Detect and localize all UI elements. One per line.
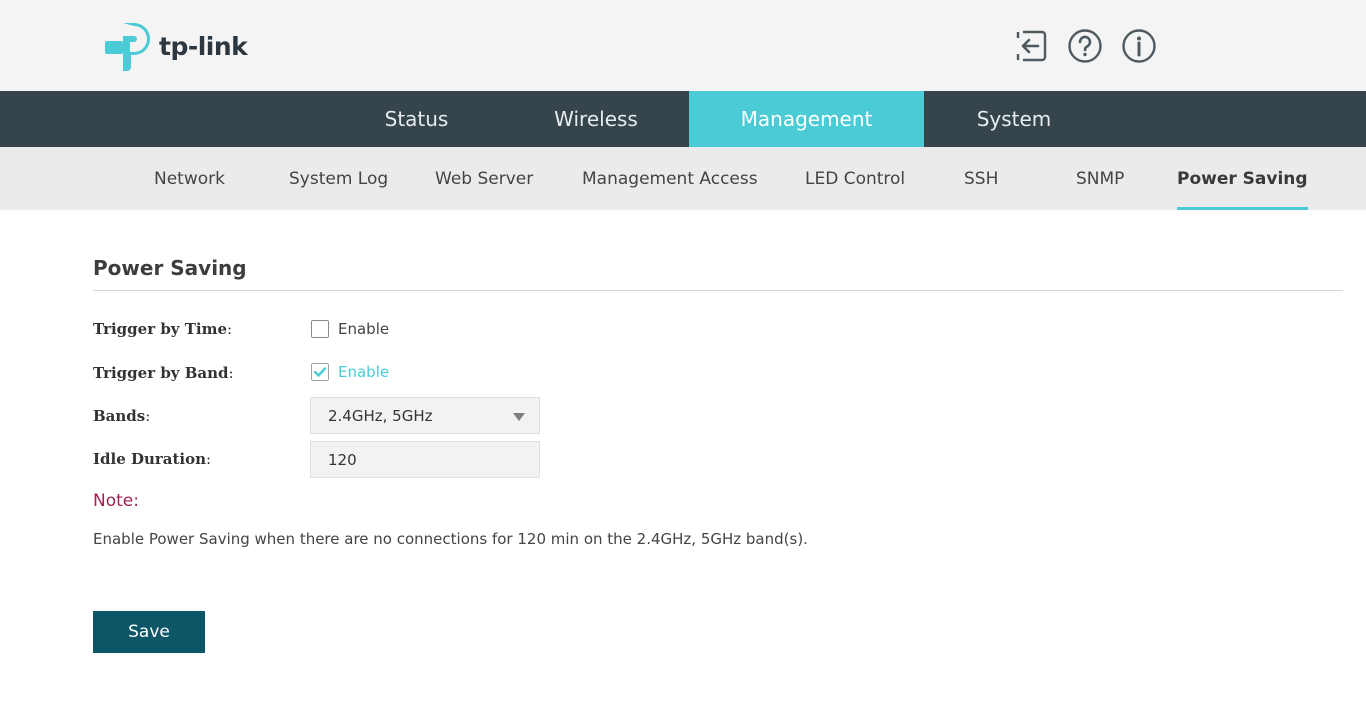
subtab-network[interactable]: Network xyxy=(154,147,225,210)
logo-text: tp-link xyxy=(159,31,248,61)
note-text: Enable Power Saving when there are no co… xyxy=(93,530,808,548)
trigger-by-time-colon: : xyxy=(227,320,233,338)
idle-duration-input[interactable] xyxy=(310,441,540,478)
checkmark-icon xyxy=(314,367,326,377)
trigger-by-band-checkbox[interactable]: Enable xyxy=(311,363,389,381)
subtab-system-log[interactable]: System Log xyxy=(289,147,388,210)
tab-system[interactable]: System xyxy=(944,91,1084,147)
idle-duration-label: Idle Duration: xyxy=(93,450,211,468)
logout-icon[interactable] xyxy=(1013,28,1049,64)
tab-status[interactable]: Status xyxy=(346,91,487,147)
bands-select-value: 2.4GHz, 5GHz xyxy=(328,407,433,425)
trigger-by-band-checkbox-box[interactable] xyxy=(311,363,329,381)
save-button[interactable]: Save xyxy=(93,611,205,653)
header-actions xyxy=(1013,28,1157,64)
dropdown-arrow-icon xyxy=(513,413,525,421)
trigger-by-band-label-text: Trigger by Band xyxy=(93,364,229,382)
bands-label-text: Bands xyxy=(93,407,146,425)
trigger-by-band-colon: : xyxy=(228,364,234,382)
help-icon[interactable] xyxy=(1067,28,1103,64)
idle-duration-colon: : xyxy=(206,450,212,468)
trigger-by-time-checkbox[interactable]: Enable xyxy=(311,320,389,338)
subtab-ssh[interactable]: SSH xyxy=(964,147,998,210)
trigger-by-band-option: Enable xyxy=(338,363,390,381)
idle-duration-label-text: Idle Duration xyxy=(93,450,207,468)
note-title: Note: xyxy=(93,491,139,511)
tab-wireless[interactable]: Wireless xyxy=(526,91,666,147)
sub-nav: Network System Log Web Server Management… xyxy=(0,147,1366,210)
trigger-by-time-option: Enable xyxy=(338,320,390,338)
subtab-snmp[interactable]: SNMP xyxy=(1076,147,1124,210)
tab-management[interactable]: Management xyxy=(689,91,924,147)
subtab-power-saving[interactable]: Power Saving xyxy=(1177,147,1308,210)
subtab-management-access[interactable]: Management Access xyxy=(582,147,758,210)
trigger-by-time-checkbox-box[interactable] xyxy=(311,320,329,338)
tp-link-logo-icon xyxy=(105,23,150,71)
header: tp-link xyxy=(0,0,1366,91)
subtab-web-server[interactable]: Web Server xyxy=(435,147,533,210)
info-icon[interactable] xyxy=(1121,28,1157,64)
trigger-by-band-label: Trigger by Band: xyxy=(93,364,234,382)
main-nav: Status Wireless Management System xyxy=(0,91,1366,147)
bands-select[interactable]: 2.4GHz, 5GHz xyxy=(310,397,540,434)
bands-colon: : xyxy=(145,407,151,425)
subtab-led-control[interactable]: LED Control xyxy=(805,147,905,210)
tp-link-logo[interactable]: tp-link xyxy=(103,19,248,73)
bands-label: Bands: xyxy=(93,407,150,425)
trigger-by-time-label-text: Trigger by Time xyxy=(93,320,228,338)
page-title: Power Saving xyxy=(93,256,247,280)
title-divider xyxy=(93,290,1343,291)
trigger-by-time-label: Trigger by Time: xyxy=(93,320,232,338)
